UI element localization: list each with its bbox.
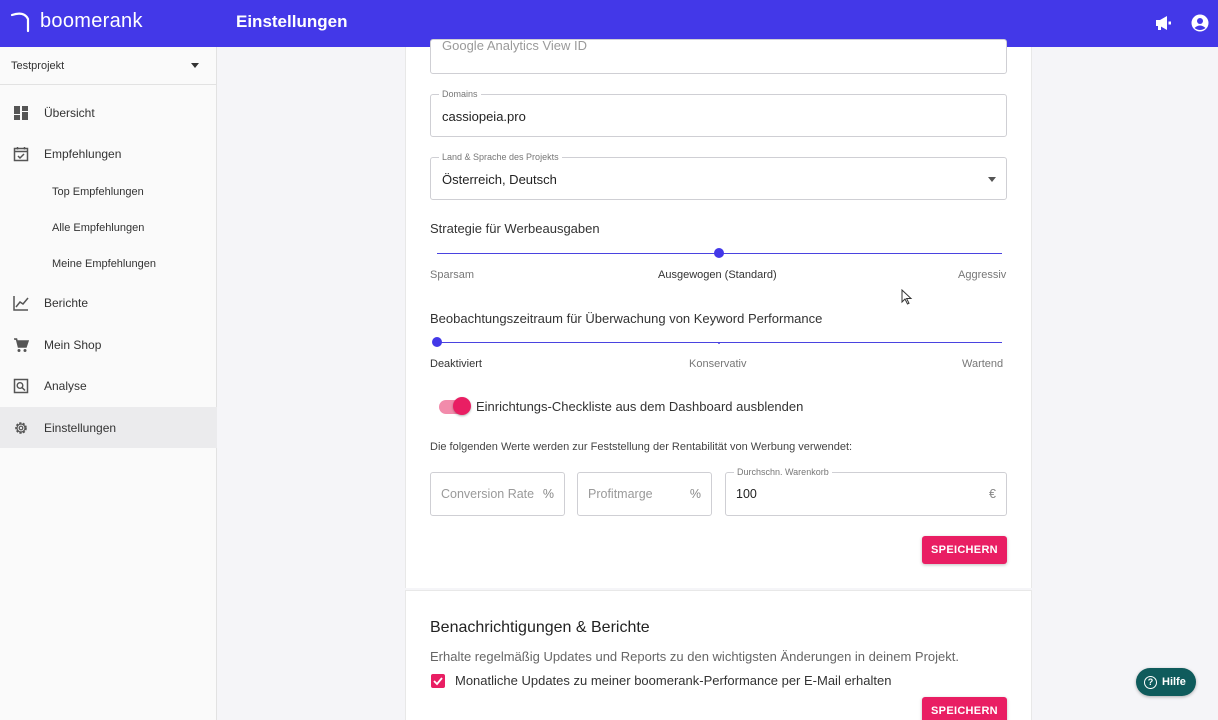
- notifications-title: Benachrichtigungen & Berichte: [430, 619, 650, 636]
- analytics-icon: [12, 377, 29, 394]
- chevron-down-icon: [988, 177, 996, 182]
- sidebar-subitem-meine-empfehlungen[interactable]: Meine Empfehlungen: [52, 258, 156, 270]
- checklist-toggle-label: Einrichtungs-Checkliste aus dem Dashboar…: [476, 399, 804, 414]
- spend-option-aggressiv: Aggressiv: [958, 269, 1007, 281]
- ga-view-id-placeholder: Google Analytics View ID: [442, 38, 587, 53]
- spend-option-sparsam: Sparsam: [430, 269, 475, 281]
- checklist-toggle[interactable]: [439, 397, 471, 415]
- spend-strategy-thumb[interactable]: [714, 248, 724, 258]
- observation-option-wartend: Wartend: [962, 358, 1004, 370]
- logo[interactable]: boomerank: [10, 9, 143, 33]
- percent-suffix: %: [689, 487, 701, 501]
- save-button[interactable]: SPEICHERN: [922, 536, 1007, 564]
- notifications-subtitle: Erhalte regelmäßig Updates und Reports z…: [430, 649, 959, 664]
- project-name: Testprojekt: [11, 59, 65, 72]
- question-icon: ?: [1144, 675, 1157, 689]
- sidebar-item-analyse[interactable]: Analyse: [0, 365, 217, 406]
- brand-name: boomerank: [40, 9, 143, 32]
- sidebar-item-mein-shop[interactable]: Mein Shop: [0, 324, 217, 365]
- project-select[interactable]: Testprojekt: [0, 47, 216, 85]
- conversion-rate-field[interactable]: Conversion Rate %: [430, 472, 565, 516]
- sidebar-item-einstellungen[interactable]: Einstellungen: [0, 407, 217, 448]
- domains-label: Domains: [439, 89, 481, 99]
- boomerang-logo-icon: [10, 12, 30, 33]
- conversion-rate-placeholder: Conversion Rate: [441, 487, 535, 501]
- sidebar-item-label: Analyse: [44, 378, 87, 393]
- profit-info-text: Die folgenden Werte werden zur Feststell…: [430, 441, 853, 453]
- check-icon: [433, 677, 443, 686]
- sidebar-subitem-top-empfehlungen[interactable]: Top Empfehlungen: [52, 186, 144, 198]
- sidebar-item-label: Berichte: [44, 295, 89, 310]
- profit-margin-placeholder: Profitmarge: [588, 487, 653, 501]
- cart-icon: [12, 336, 29, 353]
- domains-field[interactable]: Domains cassiopeia.pro: [430, 89, 1007, 137]
- avg-cart-value: 100: [736, 487, 757, 501]
- slider-tick: [718, 342, 720, 344]
- chevron-down-icon: [191, 63, 199, 68]
- sidebar-item-label: Mein Shop: [44, 337, 102, 352]
- country-language-value: Österreich, Deutsch: [442, 172, 557, 187]
- sidebar-item-label: Übersicht: [44, 105, 95, 120]
- chart-line-icon: [12, 294, 29, 311]
- sidebar-item-label: Einstellungen: [44, 420, 117, 435]
- observation-option-konservativ: Konservativ: [689, 358, 747, 370]
- monthly-updates-checkbox[interactable]: [431, 674, 445, 688]
- sidebar-item-berichte[interactable]: Berichte: [0, 282, 217, 323]
- help-button[interactable]: ? Hilfe: [1136, 668, 1196, 696]
- sidebar-subitem-alle-empfehlungen[interactable]: Alle Empfehlungen: [52, 222, 144, 234]
- domains-value: cassiopeia.pro: [442, 109, 526, 124]
- notifications-card: Benachrichtigungen & Berichte Erhalte re…: [405, 590, 1032, 720]
- help-label: Hilfe: [1162, 676, 1186, 688]
- observation-thumb[interactable]: [432, 337, 442, 347]
- percent-suffix: %: [542, 487, 554, 501]
- page-title: Einstellungen: [236, 12, 348, 31]
- calendar-check-icon: [12, 145, 29, 162]
- sidebar-item-label: Empfehlungen: [44, 146, 122, 161]
- avg-cart-field[interactable]: Durchschn. Warenkorb 100 €: [725, 467, 1007, 516]
- account-icon[interactable]: [1189, 12, 1211, 34]
- country-language-label: Land & Sprache des Projekts: [439, 152, 562, 162]
- sidebar-item-uebersicht[interactable]: Übersicht: [0, 92, 217, 133]
- project-settings-card: Google Analytics View ID Domains cassiop…: [405, 38, 1032, 588]
- profit-margin-field[interactable]: Profitmarge %: [577, 472, 712, 516]
- sidebar: Testprojekt Übersicht Empfehlungen Top E…: [0, 47, 217, 720]
- euro-suffix: €: [989, 487, 996, 501]
- sidebar-item-empfehlungen[interactable]: Empfehlungen: [0, 133, 217, 174]
- observation-label: Beobachtungszeitraum für Überwachung von…: [430, 311, 823, 326]
- dashboard-icon: [12, 104, 29, 121]
- spend-strategy-label: Strategie für Werbeausgaben: [430, 221, 600, 236]
- avg-cart-label: Durchschn. Warenkorb: [734, 467, 832, 477]
- country-language-select[interactable]: Land & Sprache des Projekts Österreich, …: [430, 152, 1007, 200]
- spend-option-ausgewogen: Ausgewogen (Standard): [658, 269, 777, 281]
- monthly-updates-label: Monatliche Updates zu meiner boomerank-P…: [455, 673, 892, 688]
- gear-icon: [12, 419, 29, 436]
- toggle-knob: [453, 397, 471, 415]
- mouse-cursor-icon: [901, 289, 913, 305]
- observation-option-deaktiviert: Deaktiviert: [430, 358, 482, 370]
- ga-view-id-field[interactable]: Google Analytics View ID: [430, 38, 1007, 74]
- megaphone-icon[interactable]: [1152, 12, 1174, 34]
- main-content: Google Analytics View ID Domains cassiop…: [218, 38, 1218, 720]
- notifications-save-button[interactable]: SPEICHERN: [922, 697, 1007, 720]
